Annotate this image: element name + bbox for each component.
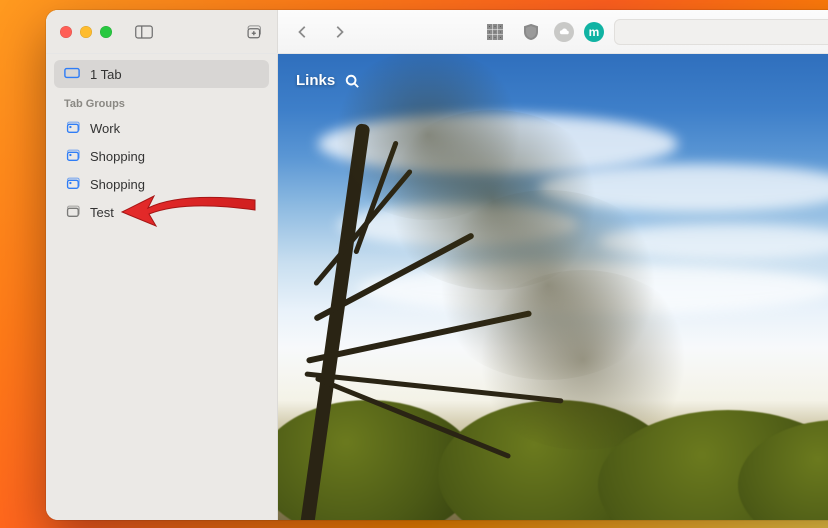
cloud-icon	[558, 26, 570, 38]
page-content: 6 Links	[278, 54, 828, 520]
tab-group-colored-icon	[64, 176, 80, 193]
chevron-right-icon	[332, 25, 346, 39]
chevron-left-icon	[296, 25, 310, 39]
grid-icon	[487, 24, 503, 40]
minimize-window-button[interactable]	[80, 26, 92, 38]
search-icon	[345, 74, 359, 88]
plus-on-stack-icon	[244, 24, 262, 40]
close-window-button[interactable]	[60, 26, 72, 38]
browser-window: m 1 Tab Tab Groups Work	[46, 10, 828, 520]
tab-group-shopping-1[interactable]: Shopping	[54, 142, 269, 170]
address-bar[interactable]	[614, 19, 828, 45]
tab-group-colored-icon	[64, 120, 80, 137]
privacy-report-button[interactable]	[518, 19, 544, 45]
profile-badge[interactable]: m	[584, 22, 604, 42]
tab-group-work[interactable]: Work	[54, 114, 269, 142]
tab-group-label: Shopping	[90, 177, 145, 192]
new-tab-group-button[interactable]	[239, 20, 267, 44]
forward-button[interactable]	[326, 19, 352, 45]
sidebar: 1 Tab Tab Groups Work Shopping Shopping	[46, 54, 278, 520]
links-label: Links	[296, 72, 335, 89]
fullscreen-window-button[interactable]	[100, 26, 112, 38]
toggle-sidebar-button[interactable]	[130, 20, 158, 44]
back-button[interactable]	[290, 19, 316, 45]
tab-group-test[interactable]: Test	[54, 198, 269, 226]
tab-group-label: Shopping	[90, 149, 145, 164]
toolbar-right: m	[278, 10, 828, 53]
profile-initial: m	[589, 25, 600, 39]
window-controls	[60, 26, 112, 38]
tab-group-label: Work	[90, 121, 120, 136]
icloud-sync-badge[interactable]	[554, 22, 574, 42]
tab-group-colored-icon	[64, 148, 80, 165]
shield-icon	[523, 24, 539, 40]
tab-group-plain-icon	[64, 204, 80, 221]
window-body: 1 Tab Tab Groups Work Shopping Shopping	[46, 54, 828, 520]
toolbar-left	[46, 10, 278, 53]
tab-group-label: Test	[90, 205, 114, 220]
current-tabs-label: 1 Tab	[90, 67, 122, 82]
tab-group-shopping-2[interactable]: Shopping	[54, 170, 269, 198]
current-tabs-row[interactable]: 1 Tab	[54, 60, 269, 88]
links-menu[interactable]: Links	[296, 72, 359, 89]
tab-groups-heading: Tab Groups	[54, 88, 269, 114]
tab-icon	[64, 67, 80, 82]
window-toolbar: m	[46, 10, 828, 54]
sidebar-icon	[135, 24, 153, 40]
start-page-grid-button[interactable]	[482, 19, 508, 45]
